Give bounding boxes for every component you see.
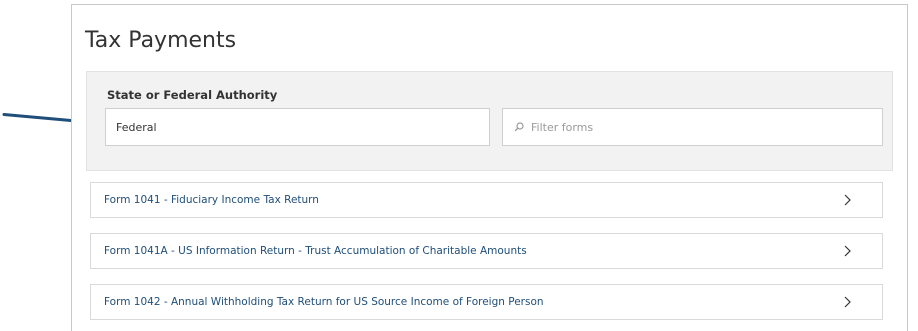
form-list-item[interactable]: Form 1041A - US Information Return - Tru… xyxy=(90,233,883,269)
authority-label: State or Federal Authority xyxy=(107,88,278,102)
filter-forms-field[interactable] xyxy=(502,108,883,146)
form-list-item[interactable]: Form 1041 - Fiduciary Income Tax Return xyxy=(90,182,883,218)
form-list-item-label: Form 1041A - US Information Return - Tru… xyxy=(104,245,527,257)
screenshot-stage: Tax Payments State or Federal Authority … xyxy=(0,0,918,331)
authority-select-value: Federal xyxy=(116,120,157,134)
chevron-right-icon xyxy=(844,194,851,206)
search-icon xyxy=(514,122,524,132)
authority-select[interactable]: Federal xyxy=(105,108,490,146)
filter-box: State or Federal Authority Federal xyxy=(86,71,893,171)
form-list-item[interactable]: Form 1042 - Annual Withholding Tax Retur… xyxy=(90,284,883,320)
page-title: Tax Payments xyxy=(85,28,237,53)
chevron-right-icon xyxy=(844,296,851,308)
form-list-item-label: Form 1041 - Fiduciary Income Tax Return xyxy=(104,194,319,206)
filter-forms-input[interactable] xyxy=(531,112,851,142)
chevron-right-icon xyxy=(844,245,851,257)
form-list-item-label: Form 1042 - Annual Withholding Tax Retur… xyxy=(104,296,544,308)
tax-payments-panel: Tax Payments State or Federal Authority … xyxy=(71,4,908,331)
